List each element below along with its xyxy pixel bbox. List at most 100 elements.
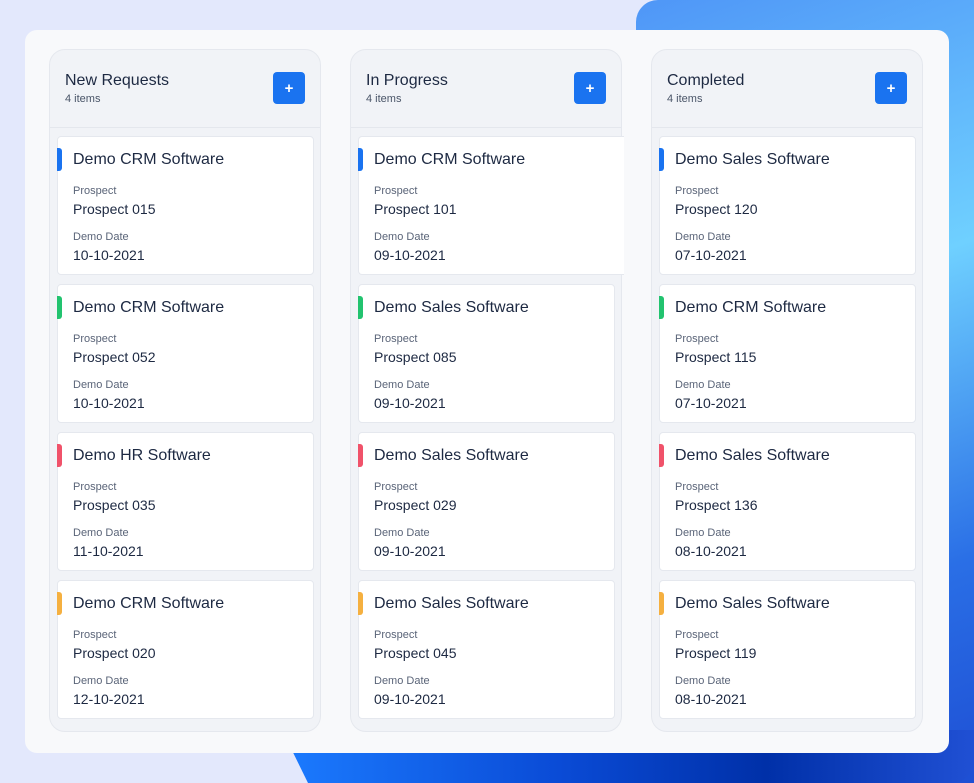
column-title: New Requests xyxy=(65,72,170,89)
demo-card[interactable]: Demo Sales Software Prospect Prospect 04… xyxy=(358,580,615,719)
demo-date-label: Demo Date xyxy=(675,527,731,539)
demo-date-label: Demo Date xyxy=(675,231,731,243)
demo-date-value: 07-10-2021 xyxy=(675,395,747,411)
demo-date-label: Demo Date xyxy=(73,379,129,391)
demo-card[interactable]: Demo Sales Software Prospect Prospect 02… xyxy=(358,432,615,571)
priority-color-bar xyxy=(57,592,62,615)
card-title: Demo Sales Software xyxy=(374,595,529,612)
prospect-value: Prospect 020 xyxy=(73,645,156,661)
demo-card[interactable]: Demo CRM Software Prospect Prospect 020 … xyxy=(57,580,314,719)
card-title: Demo CRM Software xyxy=(73,151,225,168)
demo-date-value: 09-10-2021 xyxy=(374,247,446,263)
prospect-label: Prospect xyxy=(73,185,117,197)
kanban-board: New Requests 4 items + Demo CRM Software… xyxy=(25,30,949,753)
priority-color-bar xyxy=(57,296,62,319)
column-item-count: 4 items xyxy=(366,93,402,105)
demo-date-value: 08-10-2021 xyxy=(675,691,747,707)
column-item-count: 4 items xyxy=(667,93,703,105)
column-item-count: 4 items xyxy=(65,93,101,105)
column-new-requests: New Requests 4 items + Demo CRM Software… xyxy=(49,49,321,732)
prospect-label: Prospect xyxy=(374,481,418,493)
demo-date-label: Demo Date xyxy=(73,231,129,243)
card-title: Demo Sales Software xyxy=(374,299,529,316)
prospect-label: Prospect xyxy=(675,333,719,345)
card-title: Demo Sales Software xyxy=(374,447,529,464)
column-completed: Completed 4 items + Demo Sales Software … xyxy=(651,49,923,732)
prospect-label: Prospect xyxy=(675,185,719,197)
prospect-label: Prospect xyxy=(374,185,418,197)
demo-date-label: Demo Date xyxy=(675,379,731,391)
priority-color-bar xyxy=(57,444,62,467)
plus-icon: + xyxy=(886,79,896,97)
priority-color-bar xyxy=(659,148,664,171)
demo-date-label: Demo Date xyxy=(73,527,129,539)
priority-color-bar xyxy=(358,444,363,467)
demo-date-value: 09-10-2021 xyxy=(374,543,446,559)
card-title: Demo Sales Software xyxy=(675,151,830,168)
demo-date-value: 08-10-2021 xyxy=(675,543,747,559)
card-title: Demo Sales Software xyxy=(675,595,830,612)
prospect-value: Prospect 029 xyxy=(374,497,457,513)
prospect-label: Prospect xyxy=(675,629,719,641)
demo-date-label: Demo Date xyxy=(73,675,129,687)
prospect-label: Prospect xyxy=(675,481,719,493)
demo-date-label: Demo Date xyxy=(675,675,731,687)
demo-date-value: 11-10-2021 xyxy=(73,543,144,559)
demo-card[interactable]: Demo CRM Software Prospect Prospect 052 … xyxy=(57,284,314,423)
prospect-value: Prospect 120 xyxy=(675,201,758,217)
prospect-value: Prospect 052 xyxy=(73,349,156,365)
prospect-value: Prospect 119 xyxy=(675,645,757,661)
priority-color-bar xyxy=(659,592,664,615)
demo-date-value: 10-10-2021 xyxy=(73,247,145,263)
prospect-value: Prospect 115 xyxy=(675,349,757,365)
demo-date-value: 10-10-2021 xyxy=(73,395,145,411)
plus-icon: + xyxy=(585,79,595,97)
plus-icon: + xyxy=(284,79,294,97)
add-card-button[interactable]: + xyxy=(273,72,305,104)
prospect-value: Prospect 136 xyxy=(675,497,758,513)
add-card-button[interactable]: + xyxy=(574,72,606,104)
demo-date-label: Demo Date xyxy=(374,231,430,243)
priority-color-bar xyxy=(659,444,664,467)
demo-card[interactable]: Demo CRM Software Prospect Prospect 115 … xyxy=(659,284,916,423)
card-title: Demo CRM Software xyxy=(675,299,827,316)
prospect-label: Prospect xyxy=(73,481,117,493)
priority-color-bar xyxy=(57,148,62,171)
demo-date-value: 09-10-2021 xyxy=(374,691,446,707)
priority-color-bar xyxy=(358,592,363,615)
column-header: In Progress 4 items + xyxy=(351,50,621,128)
column-title: Completed xyxy=(667,72,745,89)
demo-card[interactable]: Demo CRM Software Prospect Prospect 101 … xyxy=(358,136,624,275)
column-header: Completed 4 items + xyxy=(652,50,922,128)
demo-card[interactable]: Demo Sales Software Prospect Prospect 08… xyxy=(358,284,615,423)
card-title: Demo CRM Software xyxy=(73,595,225,612)
card-title: Demo CRM Software xyxy=(73,299,225,316)
demo-card[interactable]: Demo HR Software Prospect Prospect 035 D… xyxy=(57,432,314,571)
demo-card[interactable]: Demo Sales Software Prospect Prospect 12… xyxy=(659,136,916,275)
demo-date-value: 12-10-2021 xyxy=(73,691,145,707)
card-title: Demo CRM Software xyxy=(374,151,526,168)
prospect-value: Prospect 101 xyxy=(374,201,457,217)
prospect-value: Prospect 045 xyxy=(374,645,457,661)
prospect-value: Prospect 035 xyxy=(73,497,156,513)
priority-color-bar xyxy=(358,148,363,171)
demo-date-label: Demo Date xyxy=(374,675,430,687)
demo-date-label: Demo Date xyxy=(374,527,430,539)
priority-color-bar xyxy=(659,296,664,319)
demo-card[interactable]: Demo Sales Software Prospect Prospect 11… xyxy=(659,580,916,719)
prospect-label: Prospect xyxy=(374,629,418,641)
column-header: New Requests 4 items + xyxy=(50,50,320,128)
column-in-progress: In Progress 4 items + Demo CRM Software … xyxy=(350,49,624,732)
priority-color-bar xyxy=(358,296,363,319)
demo-date-label: Demo Date xyxy=(374,379,430,391)
prospect-label: Prospect xyxy=(73,629,117,641)
prospect-label: Prospect xyxy=(73,333,117,345)
demo-date-value: 09-10-2021 xyxy=(374,395,446,411)
prospect-label: Prospect xyxy=(374,333,418,345)
card-title: Demo HR Software xyxy=(73,447,211,464)
demo-card[interactable]: Demo CRM Software Prospect Prospect 015 … xyxy=(57,136,314,275)
add-card-button[interactable]: + xyxy=(875,72,907,104)
column-title: In Progress xyxy=(366,72,448,89)
demo-date-value: 07-10-2021 xyxy=(675,247,747,263)
demo-card[interactable]: Demo Sales Software Prospect Prospect 13… xyxy=(659,432,916,571)
